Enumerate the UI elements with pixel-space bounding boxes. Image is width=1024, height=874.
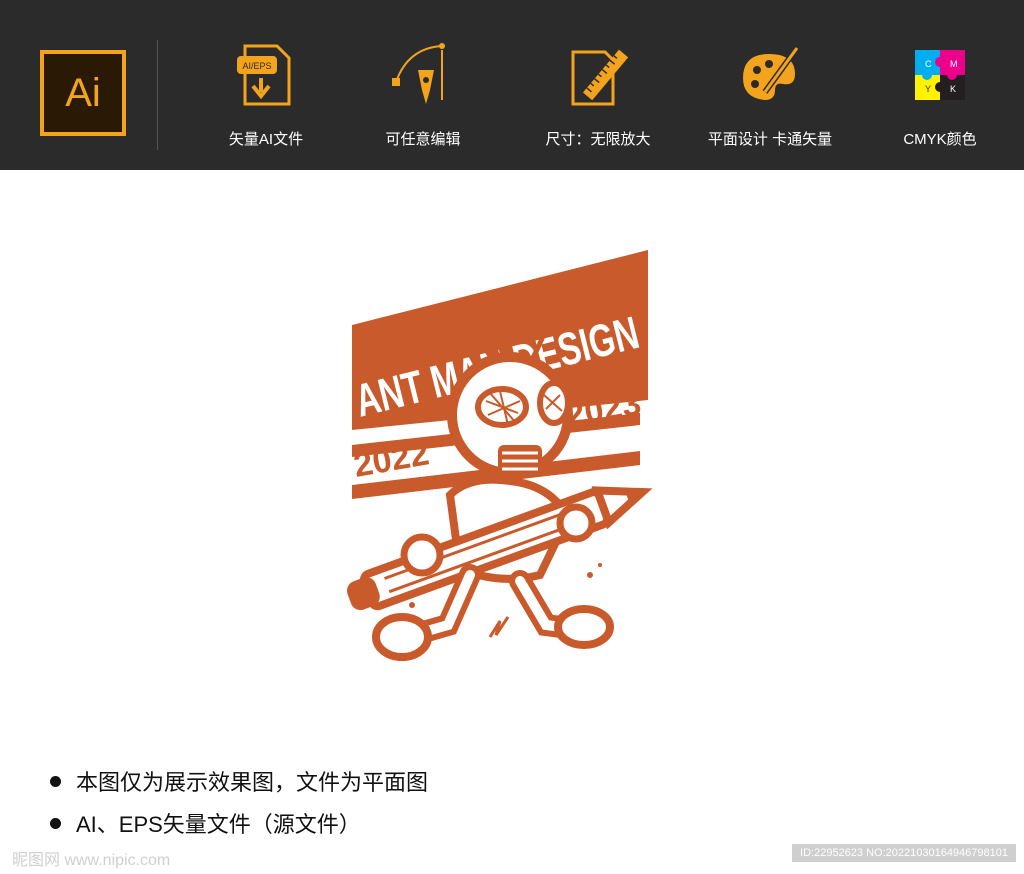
- bullet-dot-icon: [50, 817, 61, 829]
- note-item: AI、EPS矢量文件（源文件）: [50, 802, 428, 844]
- pen-tool-icon: [392, 43, 445, 104]
- illustrator-logo-text: Ai: [65, 70, 101, 115]
- feature-label: 矢量AI文件: [228, 131, 304, 148]
- feature-vector-ai: AI/EPS 矢量AI文件: [196, 40, 336, 149]
- note-item: 本图仅为展示效果图，文件为平面图: [50, 760, 428, 802]
- feature-size: 尺寸：无限放大: [528, 40, 668, 149]
- feature-label: CMYK颜色: [903, 131, 977, 148]
- svg-text:K: K: [950, 84, 956, 94]
- svg-text:M: M: [950, 59, 958, 69]
- ant-shoe: [554, 605, 614, 649]
- note-text: AI、EPS矢量文件（源文件）: [76, 812, 361, 837]
- notes-list: 本图仅为展示效果图，文件为平面图 AI、EPS矢量文件（源文件）: [50, 760, 428, 844]
- illustrator-logo: Ai: [40, 50, 126, 136]
- feature-design: 平面设计 卡通矢量: [700, 40, 840, 149]
- feature-editable: 可任意编辑: [353, 40, 493, 149]
- watermark-site: 昵图网 www.nipic.com: [12, 852, 171, 869]
- svg-text:Y: Y: [925, 84, 931, 94]
- watermark-id: ID:22952623 NO:20221030164946798101: [792, 844, 1016, 862]
- bullet-dot-icon: [50, 775, 61, 787]
- feature-label: 平面设计 卡通矢量: [707, 131, 833, 148]
- ant-shoe: [372, 613, 432, 661]
- banner-divider: [157, 40, 158, 150]
- ruler-document-icon: [571, 49, 629, 106]
- feature-cmyk: C M Y K CMYK颜色: [870, 40, 1010, 149]
- top-banner: Ai AI/EPS 矢量AI文件 可任意编辑 尺寸：无限放大 平面设计 卡通矢量…: [0, 0, 1024, 170]
- note-text: 本图仅为展示效果图，文件为平面图: [76, 770, 429, 795]
- ant-man-design-logo: ANT MAN DESIGN 2022 2023: [346, 250, 653, 661]
- ai-eps-download-icon: AI/EPS: [237, 44, 291, 106]
- svg-text:C: C: [925, 59, 932, 69]
- cmyk-puzzle-icon: C M Y K: [915, 50, 965, 100]
- feature-label: 尺寸：无限放大: [545, 131, 651, 148]
- feature-label: 可任意编辑: [385, 131, 461, 148]
- svg-text:AI/EPS: AI/EPS: [242, 61, 271, 71]
- paint-palette-icon: [743, 46, 800, 100]
